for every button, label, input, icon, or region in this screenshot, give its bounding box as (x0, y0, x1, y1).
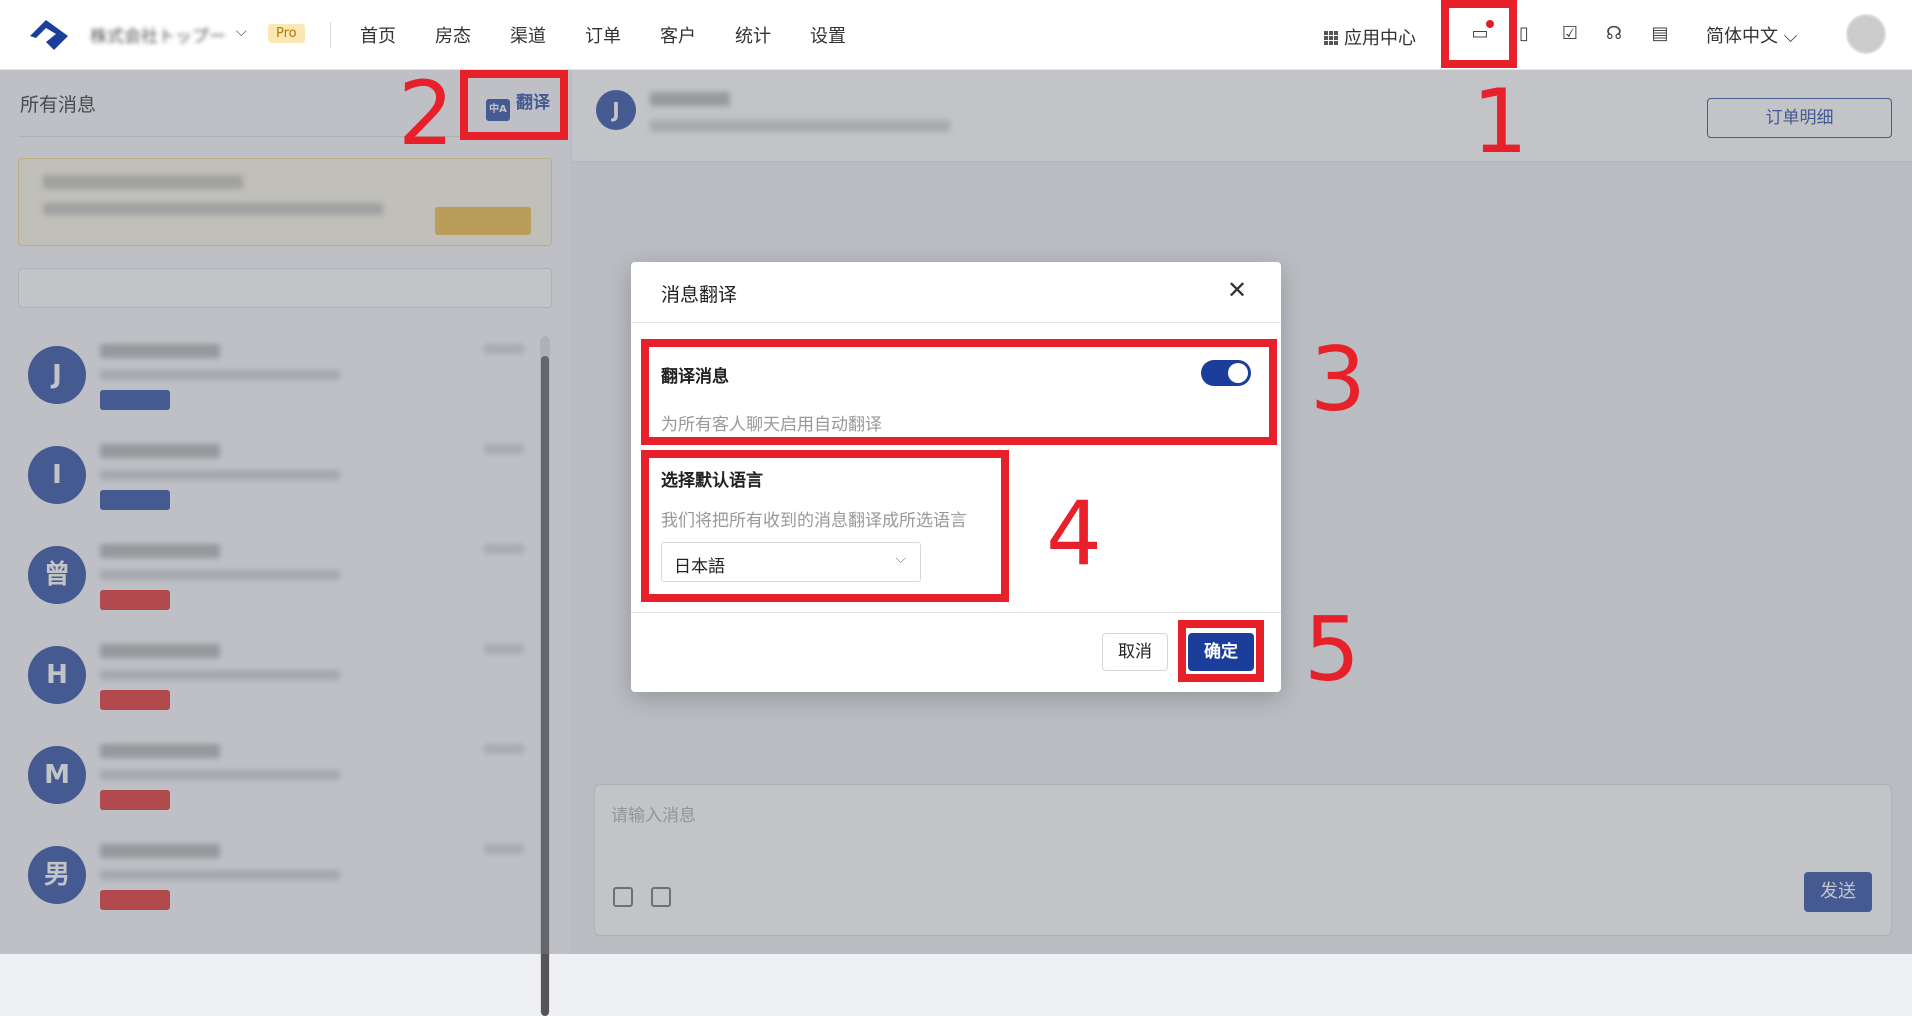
main-nav: 首页 房态 渠道 订单 客户 统计 设置 (360, 22, 885, 48)
chevron-down-icon[interactable]: ⌵ (236, 24, 247, 40)
nav-item-customers[interactable]: 客户 (660, 22, 735, 48)
app-center-label: 应用中心 (1344, 28, 1416, 49)
checklist-icon[interactable]: ☑ (1558, 22, 1582, 46)
divider (631, 322, 1281, 323)
annotation-number-5: 5 (1304, 598, 1360, 701)
app-center-link[interactable]: 应用中心 (1324, 24, 1416, 50)
nav-item-room-status[interactable]: 房态 (435, 22, 510, 48)
top-nav-bar: 株式会社トップー ⌵ Pro 首页 房态 渠道 订单 客户 统计 设置 应用中心… (0, 0, 1912, 70)
annotation-box-2 (460, 70, 568, 140)
nav-item-channels[interactable]: 渠道 (510, 22, 585, 48)
language-selector[interactable]: 简体中文 ⌵ (1706, 22, 1797, 48)
nav-item-settings[interactable]: 设置 (810, 22, 885, 48)
divider (631, 612, 1281, 613)
wallet-icon[interactable]: ▤ (1648, 22, 1672, 46)
annotation-number-1: 1 (1472, 70, 1528, 173)
annotation-number-4: 4 (1046, 482, 1102, 585)
user-avatar[interactable] (1846, 14, 1886, 54)
language-label: 简体中文 (1706, 26, 1778, 47)
nav-item-statistics[interactable]: 统计 (735, 22, 810, 48)
cancel-button[interactable]: 取消 (1102, 633, 1168, 671)
annotation-box-4 (641, 450, 1009, 602)
brand-logo[interactable] (26, 14, 72, 54)
org-name[interactable]: 株式会社トップー (90, 22, 226, 47)
grid-icon (1324, 31, 1338, 45)
divider (330, 22, 331, 48)
headset-icon[interactable]: ☊ (1602, 22, 1626, 46)
annotation-box-1 (1441, 0, 1517, 68)
modal-title: 消息翻译 (661, 284, 738, 306)
close-icon[interactable]: ✕ (1227, 276, 1247, 304)
annotation-number-3: 3 (1310, 328, 1366, 431)
annotation-number-2: 2 (398, 62, 454, 165)
annotation-box-3 (641, 339, 1277, 445)
annotation-box-5 (1178, 620, 1264, 682)
pro-badge: Pro (268, 24, 305, 43)
nav-item-orders[interactable]: 订单 (585, 22, 660, 48)
nav-item-home[interactable]: 首页 (360, 22, 435, 48)
